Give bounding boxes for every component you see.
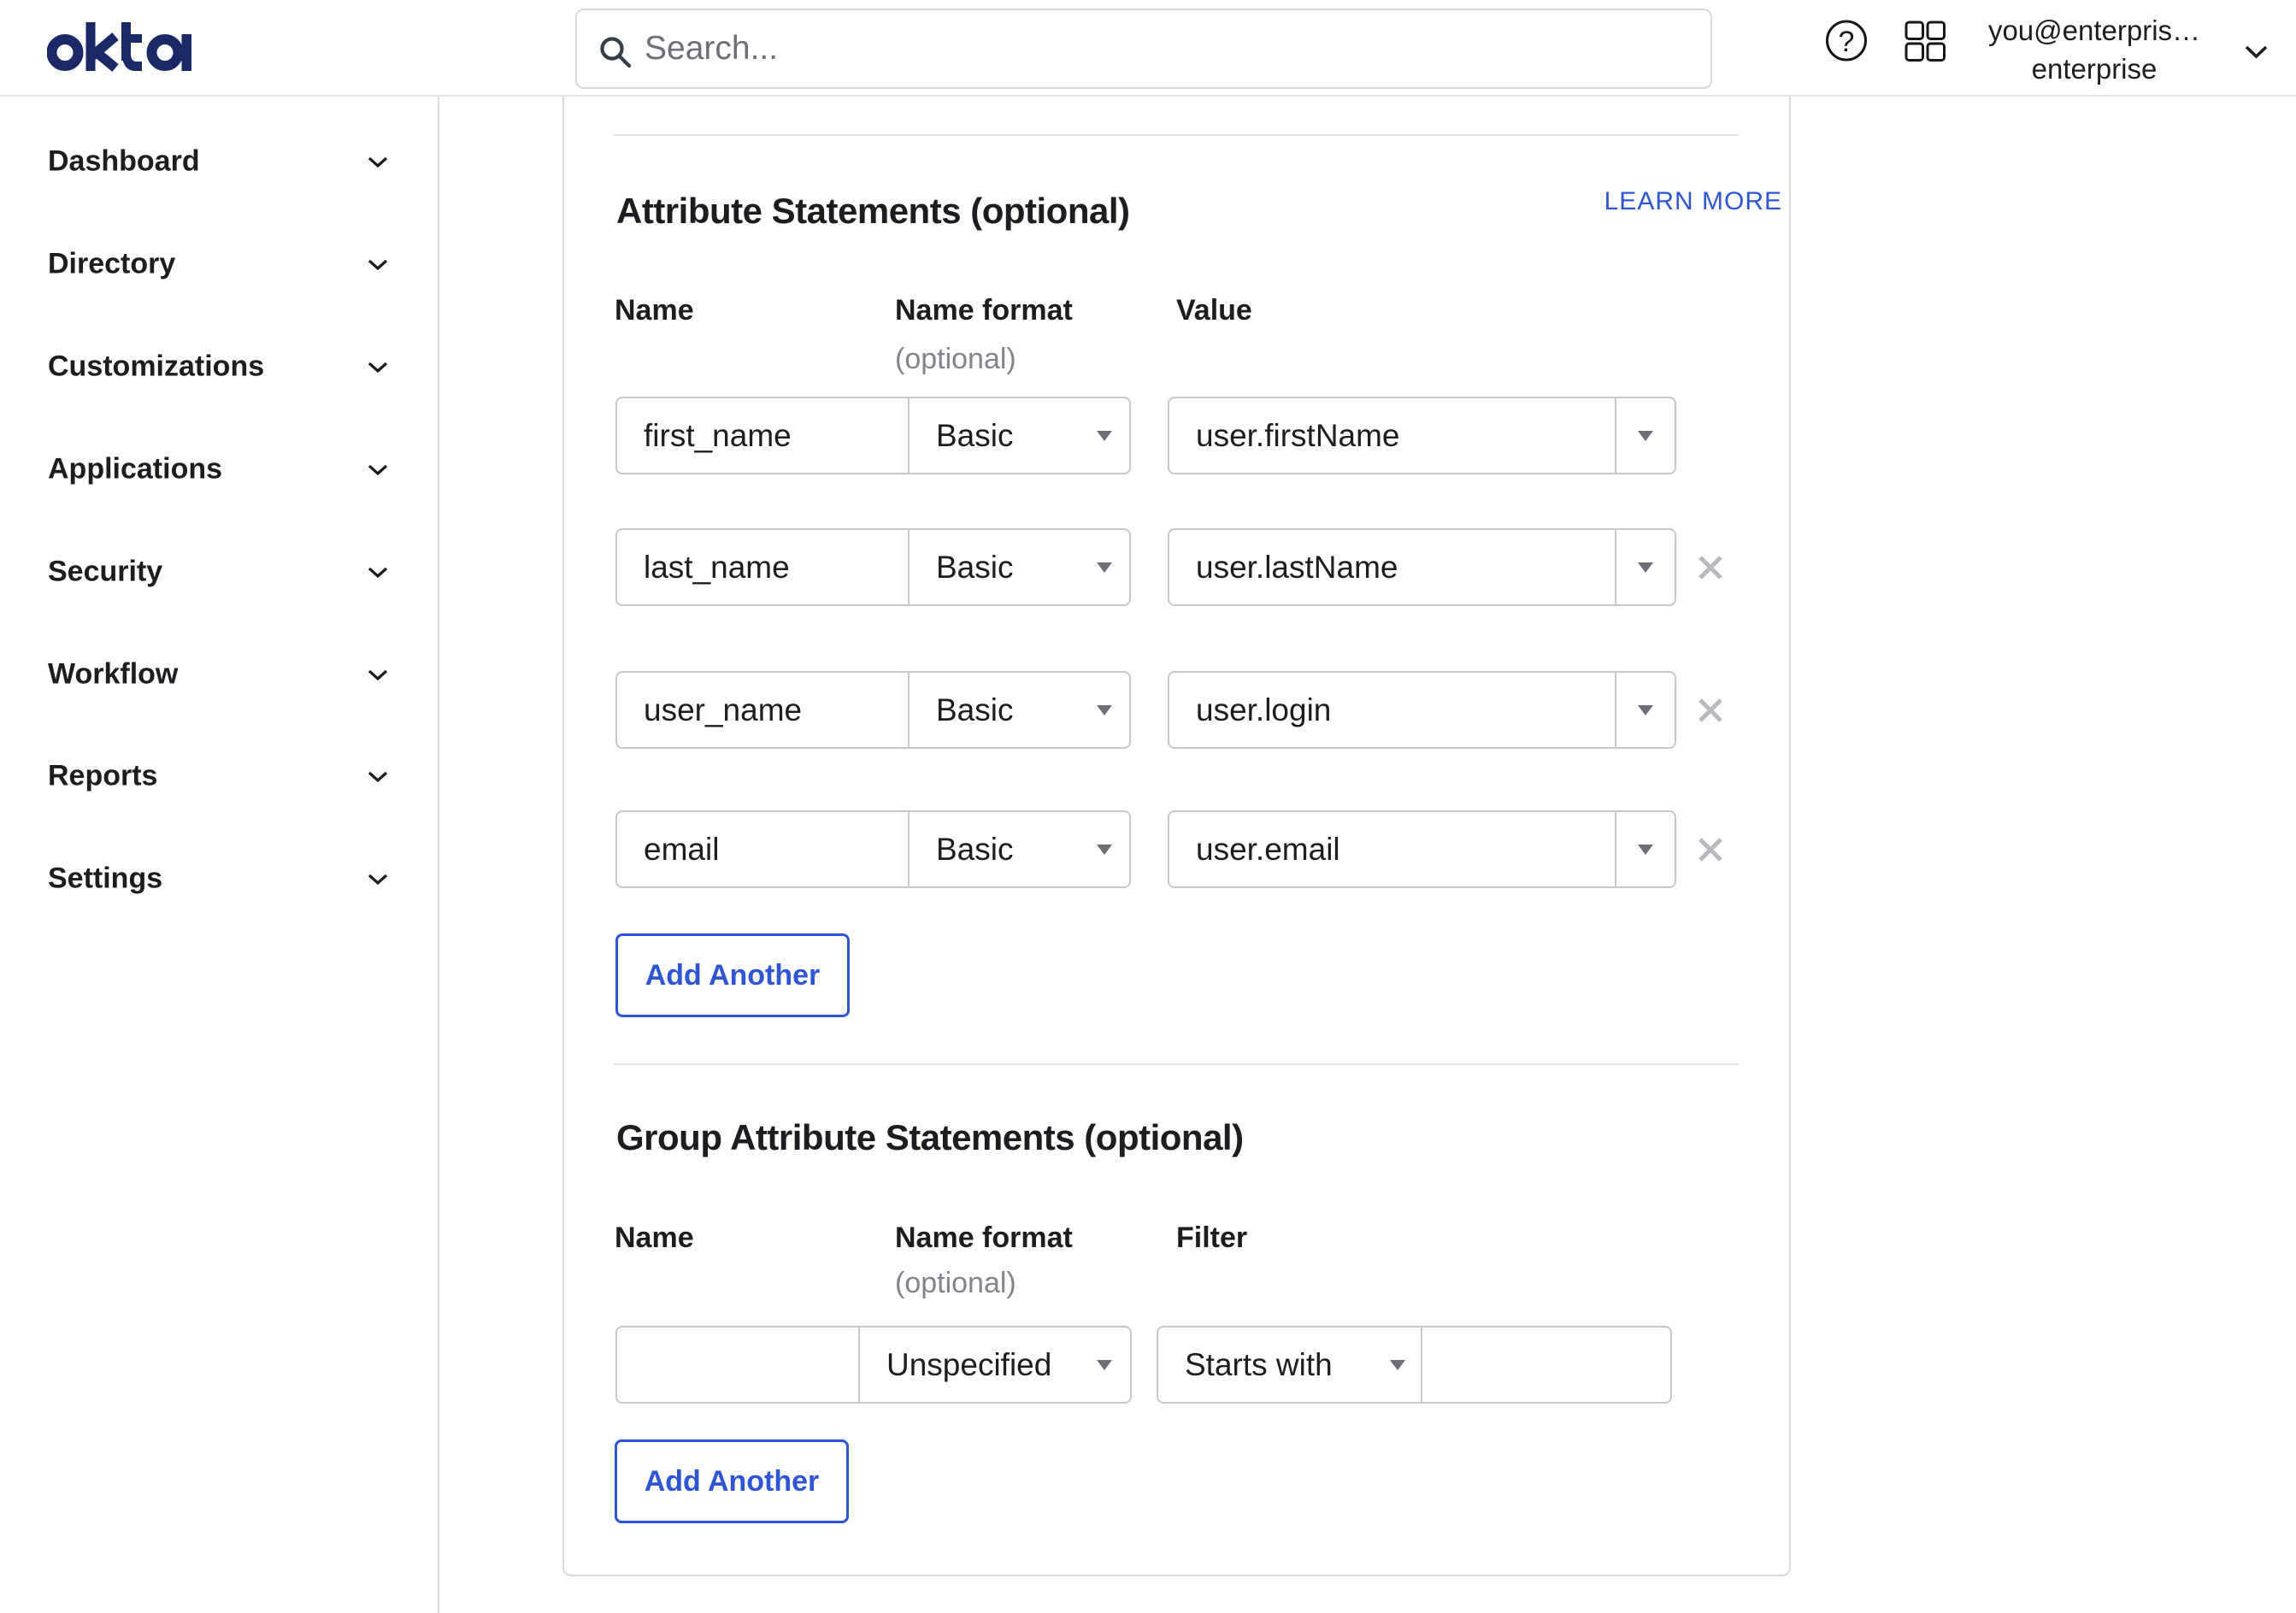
svg-text:?: ? [1839,26,1855,58]
